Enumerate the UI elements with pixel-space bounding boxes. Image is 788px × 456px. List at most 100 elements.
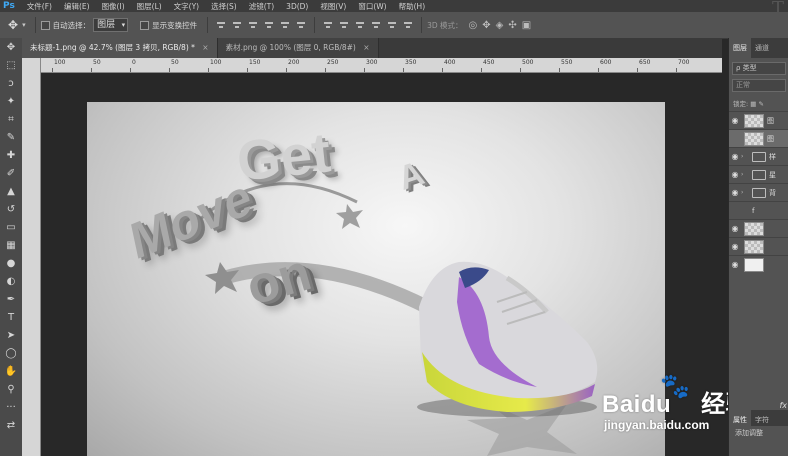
move-tool-icon[interactable]: ✥ (0, 38, 22, 56)
brush-tool-icon[interactable]: ✐ (0, 164, 22, 182)
more-tools-icon[interactable]: ··· (0, 398, 22, 416)
shape-tool-icon[interactable]: ◯ (0, 344, 22, 362)
visibility-eye-icon[interactable]: ◉ (729, 188, 741, 197)
eyedropper-tool-icon[interactable]: ✎ (0, 128, 22, 146)
marquee-tool-icon[interactable]: ⬚ (0, 56, 22, 74)
magic-wand-tool-icon[interactable]: ✦ (0, 92, 22, 110)
lock-brush-icon[interactable]: ✎ (759, 100, 764, 108)
distribute-right-icon[interactable] (403, 20, 413, 30)
ruler-horizontal[interactable]: 100 50 0 50 100 150 200 250 300 350 400 450 500 550 60… (40, 58, 722, 73)
align-hcenter-icon[interactable] (280, 20, 290, 30)
expand-chevron-icon[interactable]: › (741, 171, 749, 178)
align-left-icon[interactable] (264, 20, 274, 30)
layer-thumbnail[interactable] (744, 113, 764, 128)
layer-thumbnail[interactable] (744, 221, 764, 236)
eraser-tool-icon[interactable]: ▭ (0, 218, 22, 236)
menu-edit[interactable]: 编辑(E) (58, 1, 96, 12)
layer-row[interactable]: ◉ › 星 (729, 165, 788, 183)
visibility-eye-icon[interactable]: ◉ (729, 116, 741, 125)
tab-layers[interactable]: 图层 (729, 38, 751, 58)
expand-chevron-icon[interactable]: › (741, 153, 749, 160)
path-selection-tool-icon[interactable]: ➤ (0, 326, 22, 344)
menu-image[interactable]: 图像(I) (96, 1, 131, 12)
checkbox-box[interactable] (140, 20, 150, 30)
ruler-vertical[interactable] (22, 58, 41, 456)
layer-row[interactable]: ◉ (729, 237, 788, 255)
layer-row[interactable]: ◉ › 样 (729, 147, 788, 165)
gradient-tool-icon[interactable]: ▦ (0, 236, 22, 254)
auto-select-dropdown[interactable]: 图层 (93, 18, 129, 32)
menu-3d[interactable]: 3D(D) (280, 2, 314, 11)
hand-tool-icon[interactable]: ✋ (0, 362, 22, 380)
layer-name[interactable]: 背 (769, 188, 776, 198)
stamp-tool-icon[interactable]: ▲ (0, 182, 22, 200)
distribute-bottom-icon[interactable] (355, 20, 365, 30)
layer-name[interactable]: 样 (769, 152, 776, 162)
healing-tool-icon[interactable]: ✚ (0, 146, 22, 164)
auto-select-checkbox[interactable]: 自动选择： (40, 20, 90, 31)
visibility-eye-icon[interactable]: ◉ (729, 260, 741, 269)
layer-thumbnail[interactable] (744, 239, 764, 254)
swap-colors-icon[interactable]: ⇄ (0, 416, 22, 434)
blur-tool-icon[interactable]: ● (0, 254, 22, 272)
document-canvas[interactable]: Get A Move on (87, 102, 665, 456)
text-get[interactable]: Get (234, 119, 334, 193)
menu-filter[interactable]: 滤镜(T) (243, 1, 280, 12)
chevron-down-icon[interactable]: ▾ (22, 21, 26, 29)
history-brush-tool-icon[interactable]: ↺ (0, 200, 22, 218)
distribute-hcenter-icon[interactable] (387, 20, 397, 30)
visibility-eye-icon[interactable]: ◉ (729, 152, 741, 161)
dodge-tool-icon[interactable]: ◐ (0, 272, 22, 290)
layer-row[interactable]: f (729, 201, 788, 219)
distribute-vcenter-icon[interactable] (339, 20, 349, 30)
close-icon[interactable]: × (363, 43, 369, 52)
layer-thumbnail[interactable] (744, 257, 764, 272)
pen-tool-icon[interactable]: ✒ (0, 290, 22, 308)
menu-type[interactable]: 文字(Y) (168, 1, 205, 12)
layer-row[interactable]: ◉ 图 (729, 111, 788, 129)
distribute-top-icon[interactable] (323, 20, 333, 30)
menu-help[interactable]: 帮助(H) (393, 1, 432, 12)
visibility-eye-icon[interactable]: ◉ (729, 242, 741, 251)
layer-row[interactable]: ◉ › 背 (729, 183, 788, 201)
lasso-tool-icon[interactable]: ↄ (0, 74, 22, 92)
zoom-tool-icon[interactable]: ⚲ (0, 380, 22, 398)
document-tab[interactable]: 素材.png @ 100% (图层 0, RGB/8#) × (217, 38, 379, 58)
layer-row[interactable]: ◉ (729, 219, 788, 237)
fx-icon[interactable]: fx (779, 401, 787, 410)
layer-name[interactable]: 图 (767, 116, 774, 126)
layer-name[interactable]: 图 (767, 134, 774, 144)
tab-character[interactable]: 字符 (751, 410, 773, 426)
layer-row[interactable]: 图 (729, 129, 788, 147)
align-top-icon[interactable] (216, 20, 226, 30)
move-icon[interactable]: ✥ (8, 18, 18, 32)
align-right-icon[interactable] (296, 20, 306, 30)
layer-thumbnail[interactable] (744, 131, 764, 146)
menu-window[interactable]: 窗口(W) (352, 1, 392, 12)
show-transform-checkbox[interactable]: 显示变换控件 (140, 20, 197, 31)
menu-layer[interactable]: 图层(L) (131, 1, 168, 12)
menu-select[interactable]: 选择(S) (205, 1, 243, 12)
distribute-left-icon[interactable] (371, 20, 381, 30)
tab-channels[interactable]: 通道 (751, 38, 773, 58)
layer-name[interactable]: f (752, 207, 754, 215)
visibility-eye-icon[interactable]: ◉ (729, 170, 741, 179)
expand-chevron-icon[interactable]: › (741, 189, 749, 196)
layer-row[interactable]: ◉ (729, 255, 788, 273)
align-bottom-icon[interactable] (248, 20, 258, 30)
lock-transparency-icon[interactable]: ▦ (750, 100, 756, 108)
align-vcenter-icon[interactable] (232, 20, 242, 30)
menu-view[interactable]: 视图(V) (314, 1, 352, 12)
blend-mode-select[interactable]: 正常 (732, 79, 786, 92)
crop-tool-icon[interactable]: ⌗ (0, 110, 22, 128)
tab-properties[interactable]: 属性 (729, 410, 751, 426)
checkbox-box[interactable] (40, 20, 50, 30)
3d-mode-icons[interactable]: ◎✥◈✣▣ (469, 20, 537, 31)
layer-filter-select[interactable]: ρ 类型 (732, 62, 786, 75)
document-tab-active[interactable]: 未标题-1.png @ 42.7% (图层 3 拷贝, RGB/8) * × (22, 38, 218, 58)
type-tool-icon[interactable]: T (0, 308, 22, 326)
layer-name[interactable]: 星 (769, 170, 776, 180)
close-icon[interactable]: × (202, 43, 208, 52)
menu-file[interactable]: 文件(F) (21, 1, 58, 12)
visibility-eye-icon[interactable]: ◉ (729, 224, 741, 233)
